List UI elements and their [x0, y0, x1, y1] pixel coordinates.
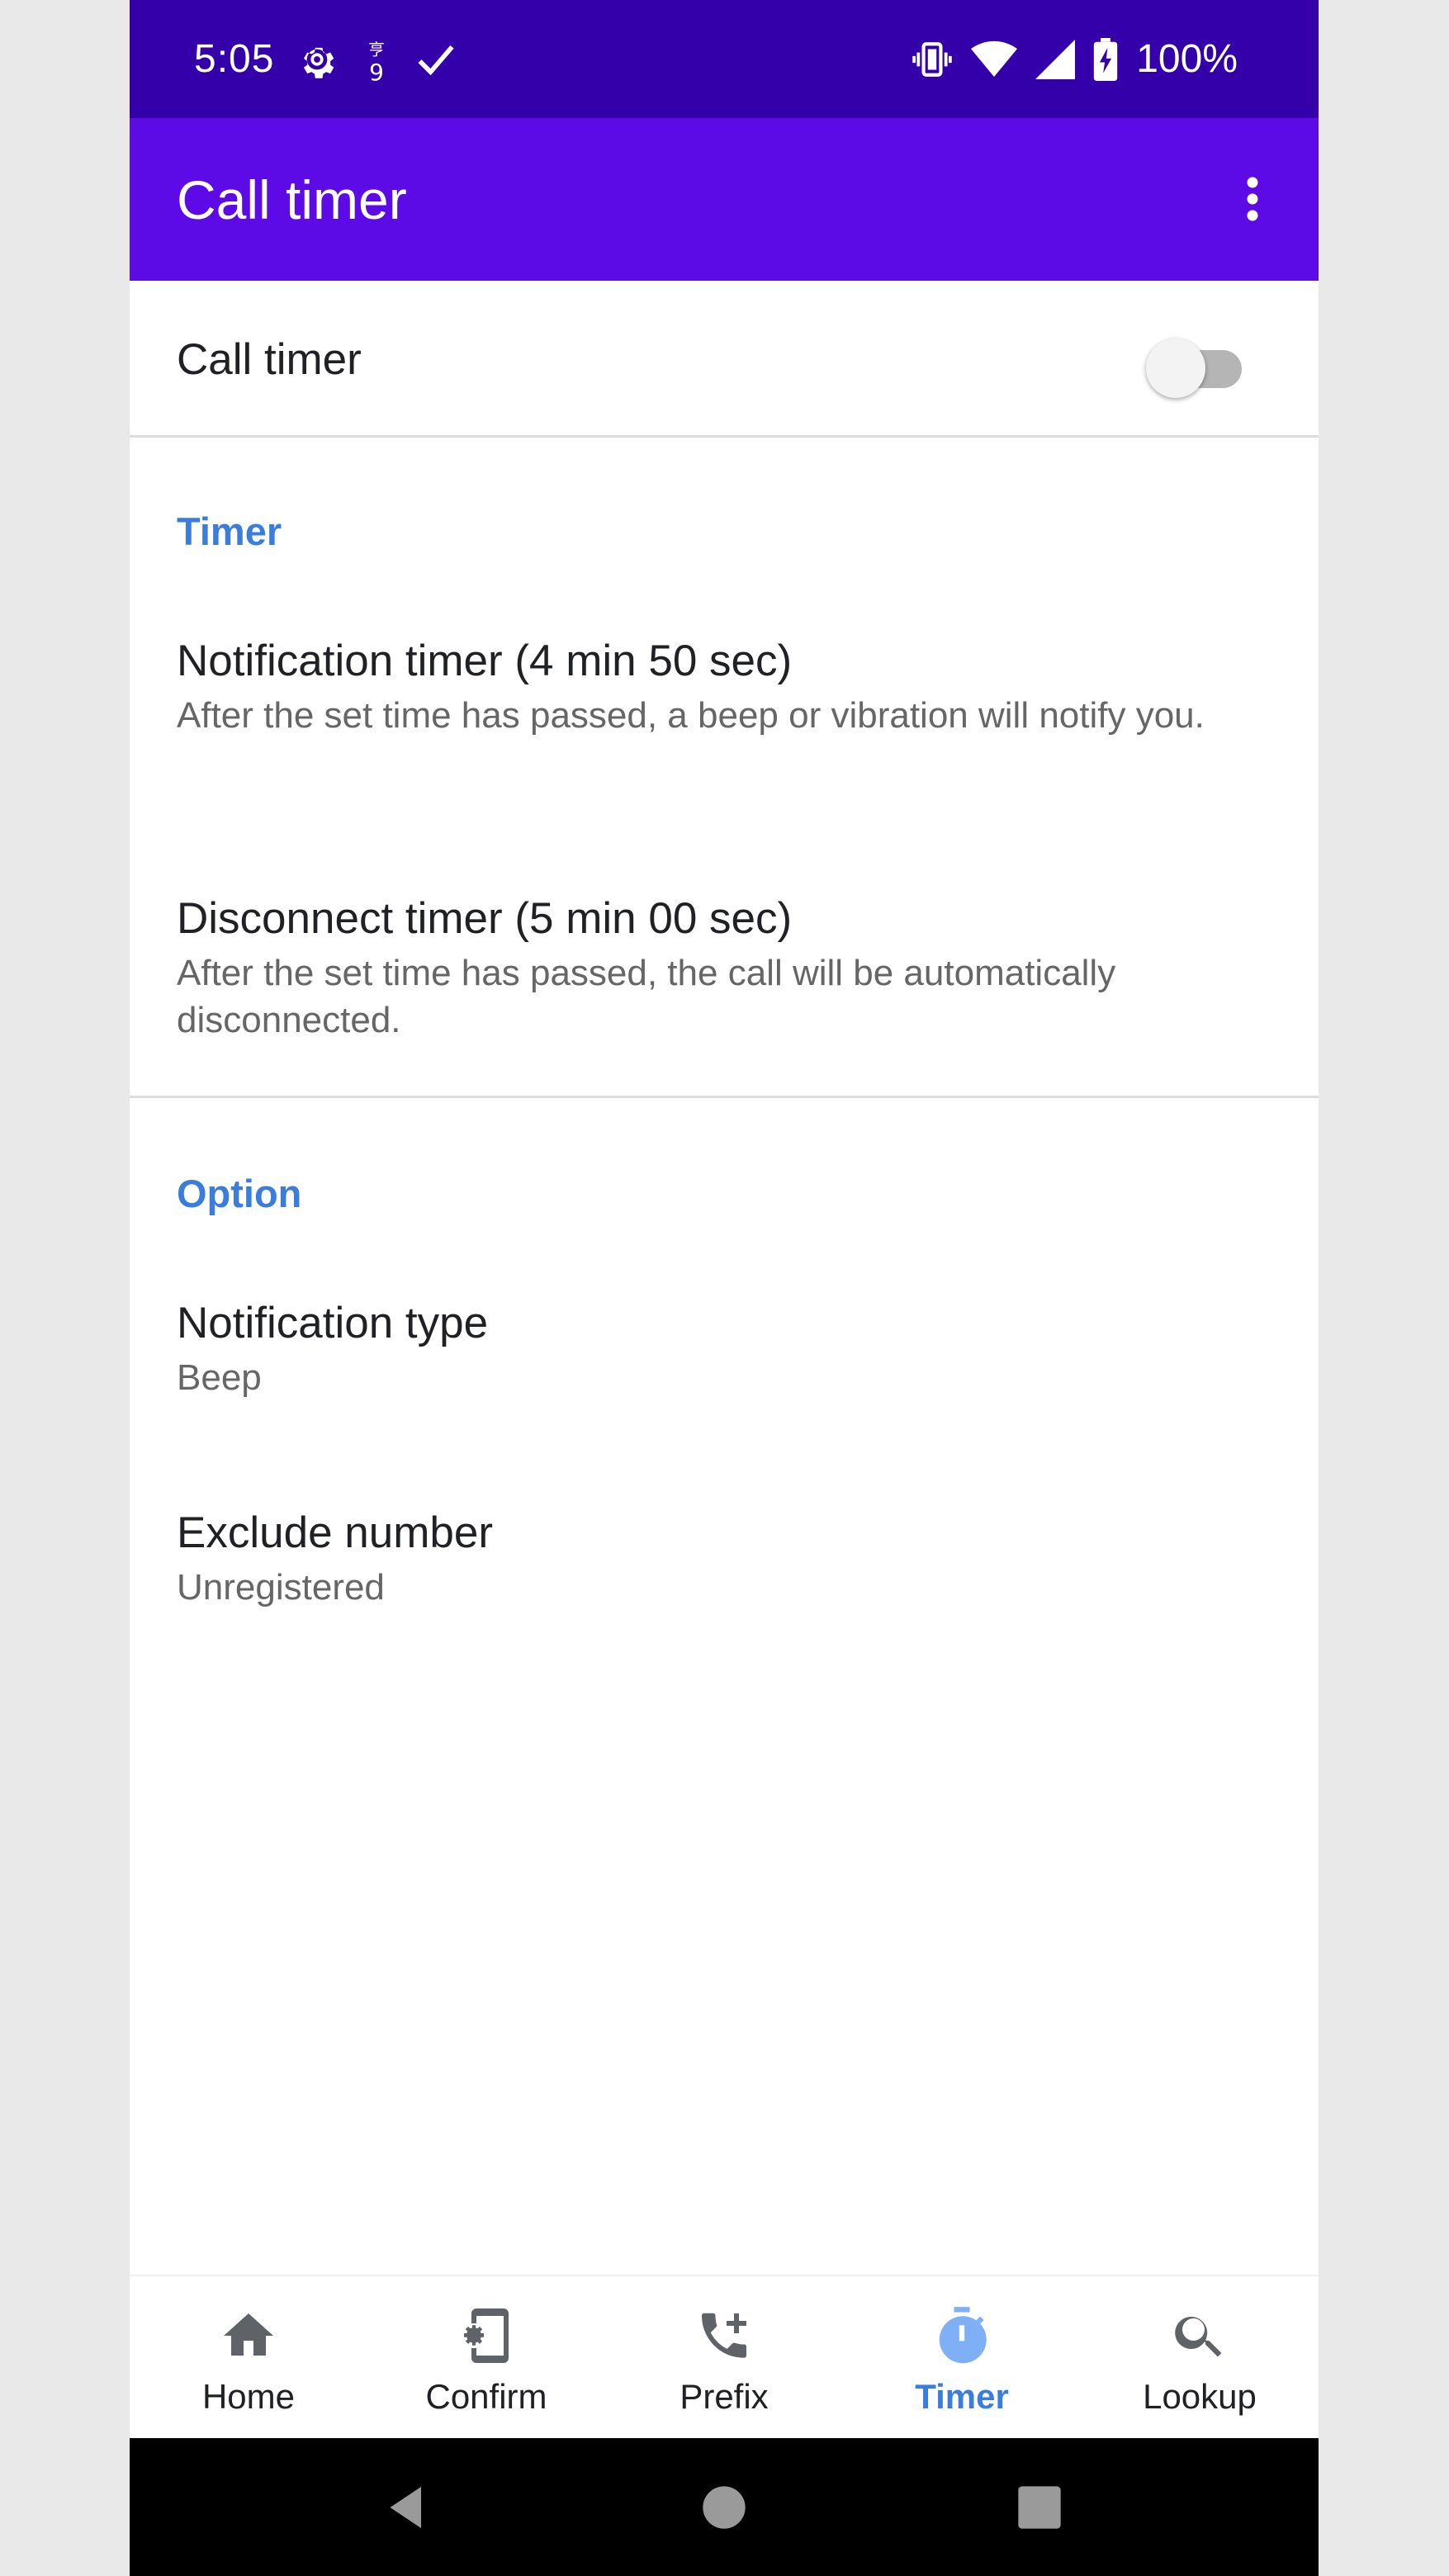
- pref-title: Notification type: [177, 1299, 489, 1347]
- pref-title: Exclude number: [177, 1508, 493, 1557]
- home-system-button[interactable]: [693, 2476, 755, 2539]
- nav-label: Home: [201, 2377, 296, 2416]
- call-timer-switch-row[interactable]: Call timer: [130, 281, 1319, 438]
- call-timer-switch-label: Call timer: [177, 334, 362, 384]
- phone-screen: 5:05 亨9 100% Call timer Call timer Timer…: [130, 0, 1319, 2576]
- svg-text:亨: 亨: [369, 40, 386, 59]
- pref-title: Disconnect timer (5 min 00 sec): [177, 894, 793, 943]
- signal-icon: [1035, 39, 1076, 79]
- section-header-option: Option: [177, 1172, 302, 1215]
- system-navigation-bar: [130, 2438, 1319, 2576]
- stopwatch-icon: [929, 2303, 995, 2369]
- battery-charging-icon: [1093, 37, 1118, 81]
- notification-type-pref[interactable]: Notification type Beep: [177, 1296, 1267, 1401]
- status-time: 5:05: [194, 37, 275, 81]
- nav-item-prefix[interactable]: Prefix: [605, 2276, 843, 2438]
- nav-item-home[interactable]: Home: [130, 2276, 367, 2438]
- recents-button[interactable]: [1008, 2476, 1071, 2539]
- pref-summary: After the set time has passed, a beep or…: [177, 695, 1205, 736]
- pref-summary: Beep: [177, 1357, 262, 1398]
- home-circle-icon: [703, 2486, 746, 2529]
- recents-square-icon: [1018, 2486, 1061, 2529]
- section-divider: [130, 1096, 1319, 1098]
- disconnect-timer-pref[interactable]: Disconnect timer (5 min 00 sec) After th…: [177, 892, 1267, 1044]
- status-right: 100%: [912, 0, 1238, 118]
- nav-item-lookup[interactable]: Lookup: [1081, 2276, 1319, 2438]
- app-bar: Call timer: [130, 118, 1319, 281]
- nav-label: Timer: [915, 2377, 1009, 2416]
- home-icon: [215, 2303, 282, 2369]
- bottom-navigation: Home Confirm Prefix Timer Lookup: [130, 2275, 1319, 2438]
- back-triangle-icon: [390, 2487, 421, 2528]
- pref-summary: Unregistered: [177, 1567, 385, 1608]
- status-left: 5:05 亨9: [194, 0, 457, 118]
- battery-level: 100%: [1136, 37, 1238, 81]
- status-bar: 5:05 亨9 100%: [130, 0, 1319, 118]
- nav-label: Prefix: [680, 2377, 769, 2416]
- more-vert-icon: [1247, 177, 1258, 221]
- page-title: Call timer: [177, 168, 407, 230]
- translate-icon: 亨9: [360, 36, 393, 83]
- nav-label: Lookup: [1143, 2377, 1257, 2416]
- settings-gear-icon: [296, 38, 339, 81]
- phone-settings-icon: [453, 2303, 519, 2369]
- check-icon: [414, 38, 457, 81]
- toggle-thumb: [1146, 339, 1205, 398]
- overflow-menu-button[interactable]: [1219, 166, 1286, 232]
- nav-item-timer[interactable]: Timer: [843, 2276, 1081, 2438]
- pref-title: Notification timer (4 min 50 sec): [177, 637, 793, 685]
- svg-text:9: 9: [370, 59, 385, 83]
- pref-summary: After the set time has passed, the call …: [177, 953, 1116, 1040]
- notification-timer-pref[interactable]: Notification timer (4 min 50 sec) After …: [177, 634, 1267, 739]
- vibrate-icon: [912, 39, 953, 80]
- nav-item-confirm[interactable]: Confirm: [367, 2276, 605, 2438]
- call-timer-toggle[interactable]: [1146, 339, 1245, 398]
- phone-add-icon: [691, 2303, 757, 2369]
- wifi-icon: [971, 39, 1018, 80]
- back-button[interactable]: [377, 2476, 440, 2539]
- section-header-timer: Timer: [177, 509, 282, 553]
- nav-label: Confirm: [425, 2377, 547, 2416]
- exclude-number-pref[interactable]: Exclude number Unregistered: [177, 1506, 1267, 1611]
- search-icon: [1167, 2303, 1233, 2369]
